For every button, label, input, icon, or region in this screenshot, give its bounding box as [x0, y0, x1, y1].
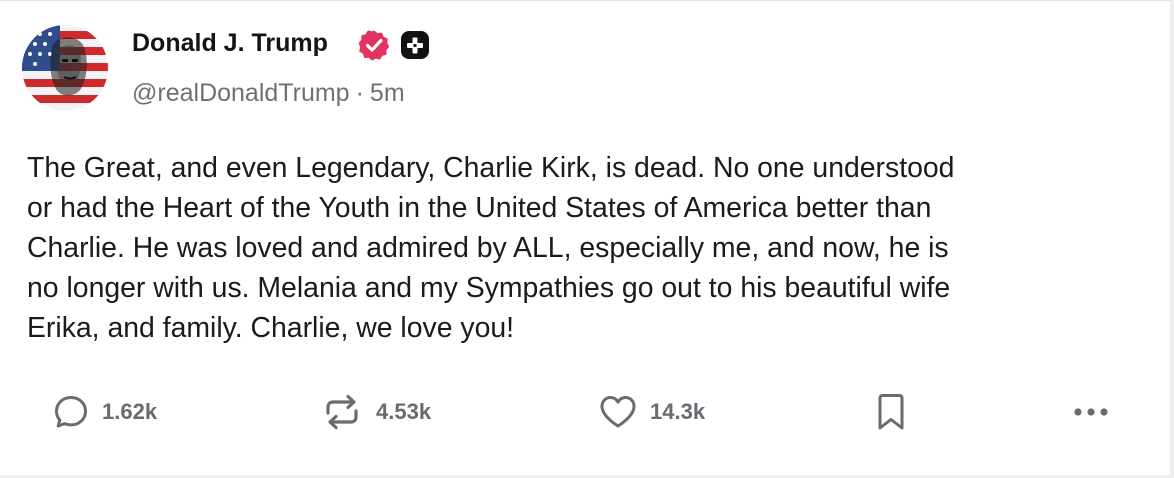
- reply-count: 1.62k: [102, 399, 158, 424]
- bookmark-button[interactable]: [874, 392, 908, 432]
- bookmark-icon: [878, 394, 904, 430]
- heart-icon: [600, 396, 636, 428]
- like-button[interactable]: 14.3k: [598, 392, 705, 432]
- plus-badge-icon: [400, 30, 430, 60]
- post-text: The Great, and even Legendary, Charlie K…: [27, 152, 955, 344]
- card-top-border: [0, 0, 1174, 1]
- author-handle[interactable]: @realDonaldTrump: [132, 79, 350, 107]
- comment-icon: [55, 396, 87, 428]
- repost-icon: [326, 394, 358, 430]
- author-avatar[interactable]: [22, 25, 108, 111]
- reply-button[interactable]: 1.62k: [52, 392, 157, 432]
- avatar-image: [22, 25, 108, 111]
- repost-button[interactable]: 4.53k: [320, 392, 431, 432]
- like-count: 14.3k: [650, 399, 706, 424]
- post-timestamp[interactable]: 5m: [370, 79, 405, 107]
- repost-count: 4.53k: [376, 399, 432, 424]
- more-icon: [1074, 408, 1108, 416]
- author-name[interactable]: Donald J. Trump: [132, 29, 328, 58]
- handle-and-time: @realDonaldTrump · 5m: [132, 79, 405, 108]
- more-options-button[interactable]: [1070, 392, 1114, 432]
- verified-badge-icon: [358, 29, 390, 61]
- card-right-border: [1170, 0, 1174, 478]
- meta-separator: ·: [355, 79, 364, 107]
